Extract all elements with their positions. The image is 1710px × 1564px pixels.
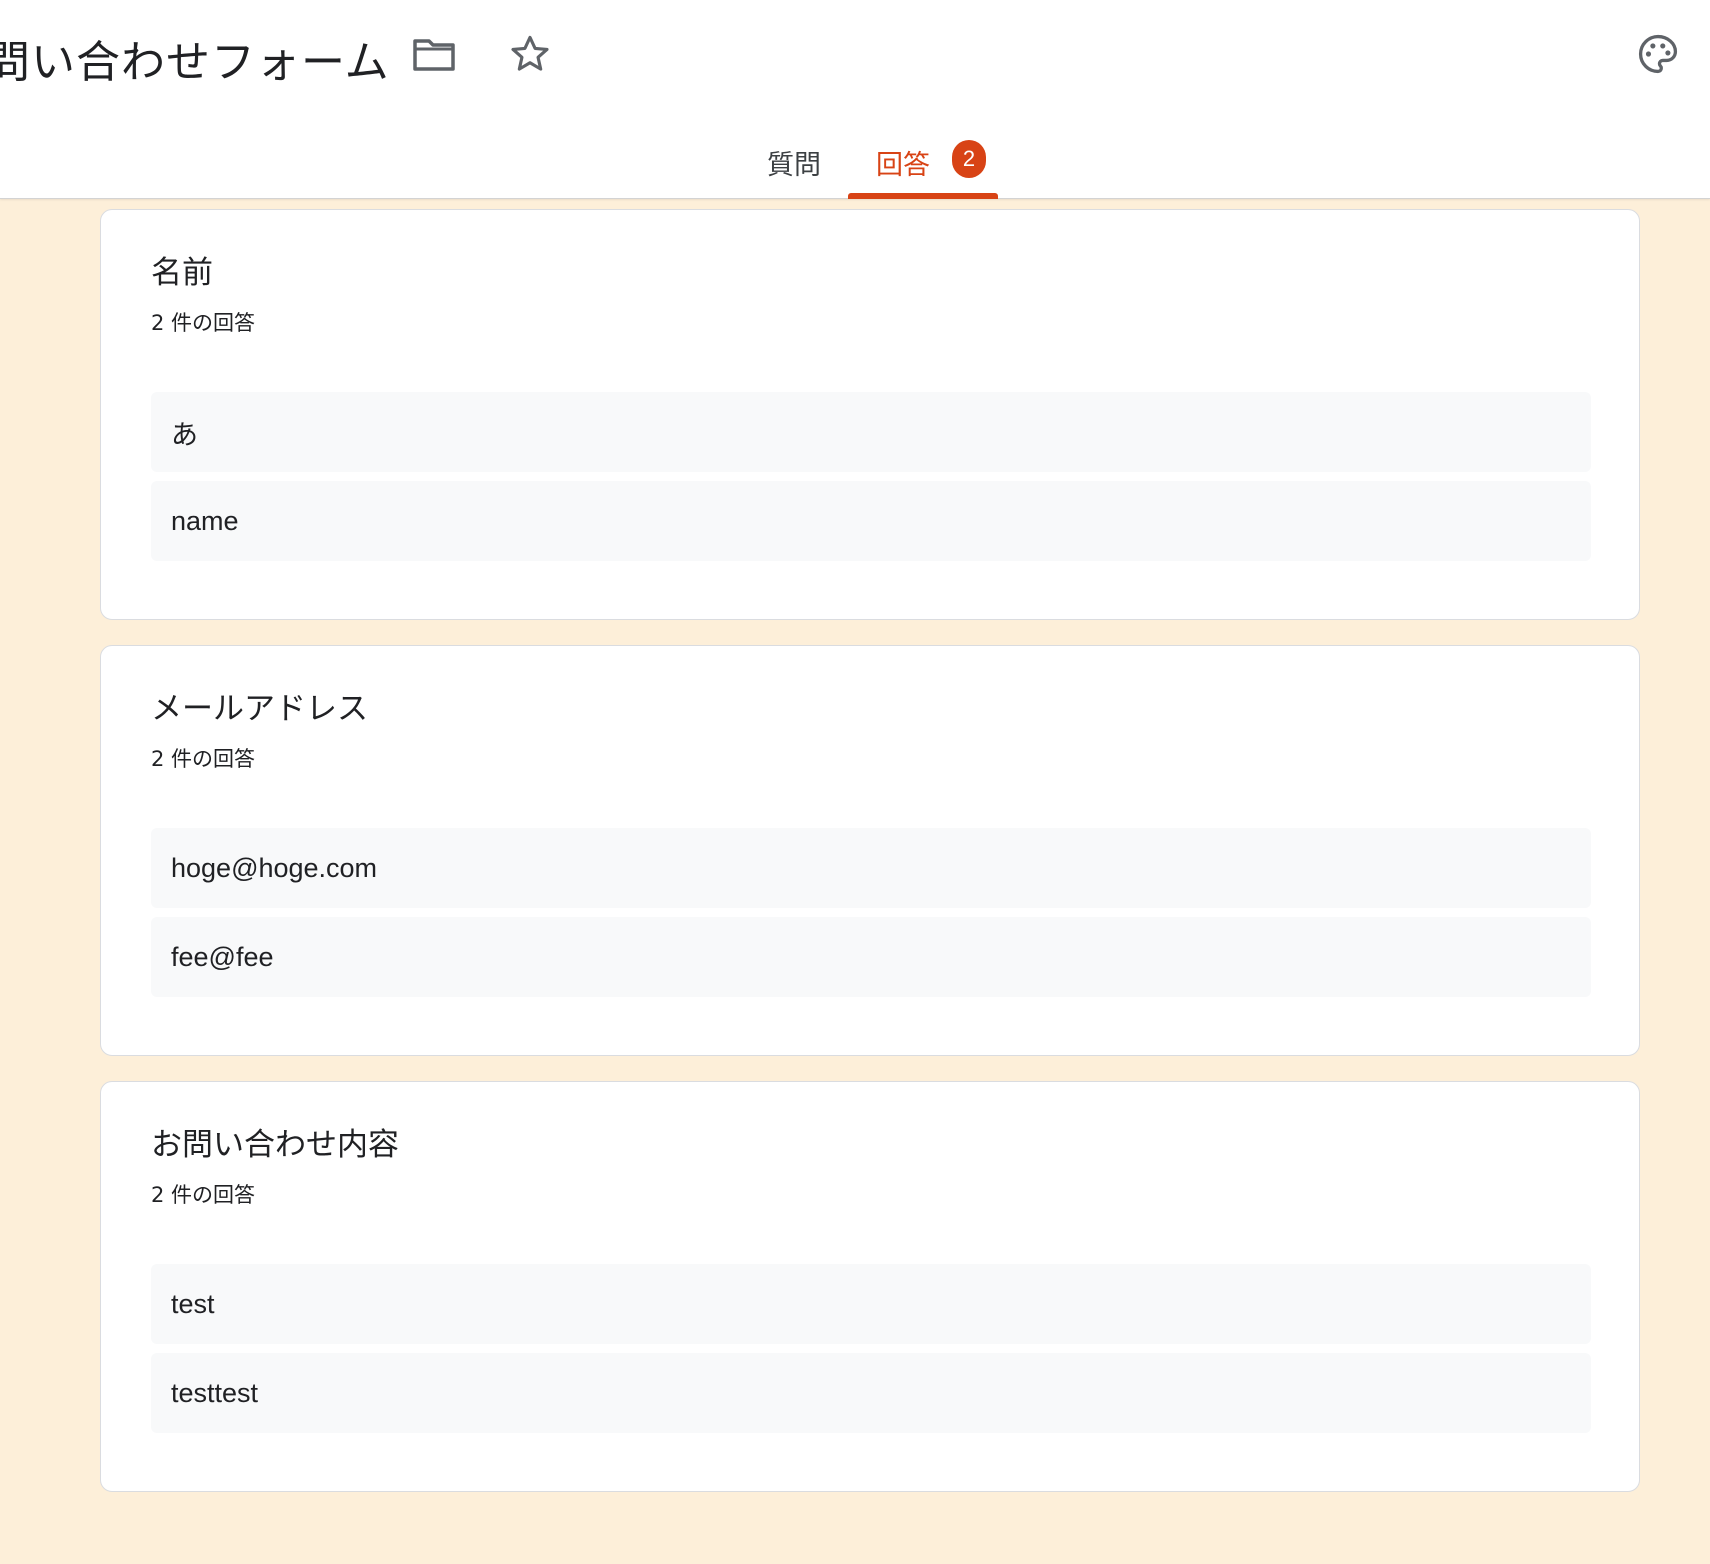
responses-count-badge: 2 [952,140,986,178]
question-title: 名前 [151,255,213,291]
answer-item: あ [151,392,1591,472]
question-card-email: メールアドレス 2 件の回答 hoge@hoge.com fee@fee [100,645,1640,1056]
folder-icon[interactable] [406,26,462,82]
view-tabs: 質問 回答 2 [740,130,998,199]
answer-list: hoge@hoge.com fee@fee [151,828,1591,997]
answer-item: hoge@hoge.com [151,828,1591,908]
answer-list: あ name [151,392,1591,561]
question-card-name: 名前 2 件の回答 あ name [100,209,1640,620]
form-header: 問い合わせフォーム 質問 回答 2 [0,0,1710,199]
responses-list: 名前 2 件の回答 あ name メールアドレス 2 件の回答 hoge@hog… [100,209,1640,1517]
tab-responses[interactable]: 回答 2 [848,130,998,199]
answer-item: name [151,481,1591,561]
question-card-inquiry: お問い合わせ内容 2 件の回答 test testtest [100,1081,1640,1492]
question-title: お問い合わせ内容 [151,1127,399,1163]
response-count: 2 件の回答 [151,311,256,335]
answer-item: testtest [151,1353,1591,1433]
active-tab-indicator [848,193,998,199]
question-title: メールアドレス [151,691,368,727]
answer-item: test [151,1264,1591,1344]
tab-questions-label: 質問 [767,150,821,181]
tab-responses-label: 回答 [876,150,930,181]
answer-list: test testtest [151,1264,1591,1433]
answer-item: fee@fee [151,917,1591,997]
response-count: 2 件の回答 [151,1183,256,1207]
form-title[interactable]: 問い合わせフォーム [0,26,390,90]
palette-icon[interactable] [1630,26,1686,82]
tab-questions[interactable]: 質問 [740,130,848,199]
star-outline-icon[interactable] [502,26,558,82]
response-count: 2 件の回答 [151,747,256,771]
